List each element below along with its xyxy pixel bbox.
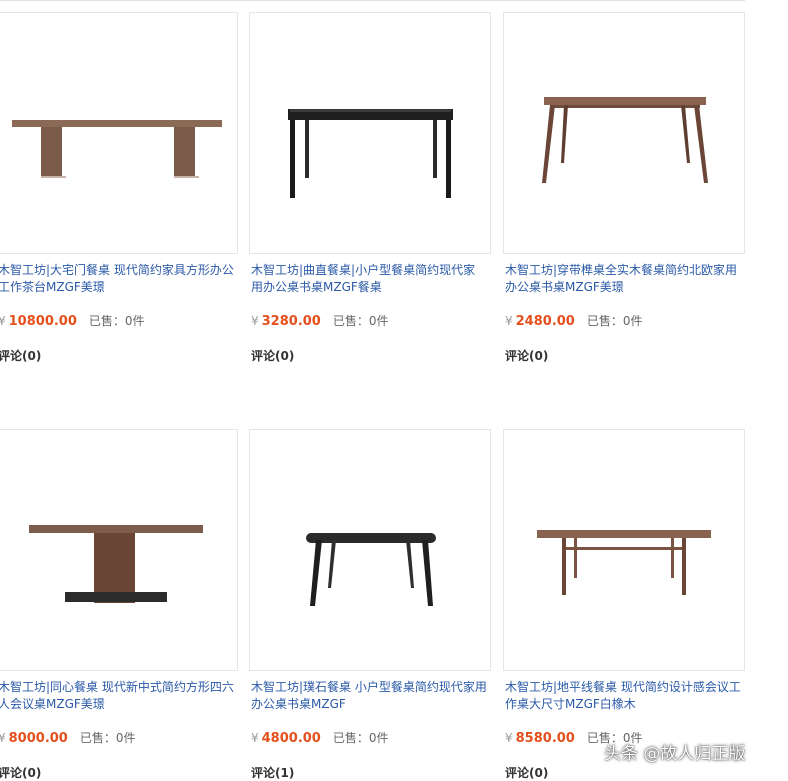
review-link[interactable]: 评论(1) bbox=[251, 764, 294, 781]
currency-symbol: ¥ bbox=[251, 731, 259, 745]
price-row: ¥10800.00 已售：0件 bbox=[0, 312, 145, 330]
product-title[interactable]: 木智工坊|地平线餐桌 现代简约设计感会议工作桌大尺寸MZGF白橡木 bbox=[505, 679, 741, 713]
product-price: 3280.00 bbox=[261, 314, 321, 329]
currency-symbol: ¥ bbox=[505, 731, 513, 745]
currency-symbol: ¥ bbox=[251, 314, 259, 328]
product-price: 10800.00 bbox=[8, 314, 77, 329]
product-price: 4800.00 bbox=[261, 731, 321, 746]
product-image[interactable] bbox=[0, 12, 238, 254]
product-title[interactable]: 木智工坊|同心餐桌 现代新中式简约方形四六人会议桌MZGF美璟 bbox=[0, 679, 234, 713]
product-image[interactable] bbox=[503, 12, 745, 254]
product-title[interactable]: 木智工坊|璞石餐桌 小户型餐桌简约现代家用办公桌书桌MZGF bbox=[251, 679, 487, 713]
product-title[interactable]: 木智工坊|曲直餐桌|小户型餐桌简约现代家用办公桌书桌MZGF餐桌 bbox=[251, 262, 487, 296]
currency-symbol: ¥ bbox=[0, 314, 6, 328]
review-link[interactable]: 评论(0) bbox=[0, 347, 41, 364]
review-link[interactable]: 评论(0) bbox=[505, 347, 548, 364]
top-divider bbox=[0, 0, 745, 1]
sold-count: 已售：0件 bbox=[88, 314, 145, 328]
product-price: 8580.00 bbox=[515, 731, 575, 746]
watermark: 头条 @故人归正版 bbox=[604, 744, 746, 764]
sold-count: 已售：0件 bbox=[332, 731, 389, 745]
product-image[interactable] bbox=[503, 429, 745, 671]
table-image bbox=[12, 120, 222, 178]
price-row: ¥2480.00 已售：0件 bbox=[505, 312, 643, 330]
sold-count: 已售：0件 bbox=[332, 314, 389, 328]
table-image bbox=[542, 97, 708, 183]
table-image bbox=[306, 533, 436, 606]
product-image[interactable] bbox=[0, 429, 238, 671]
review-link[interactable]: 评论(0) bbox=[0, 764, 41, 781]
sold-count: 已售：0件 bbox=[586, 314, 643, 328]
review-link[interactable]: 评论(0) bbox=[251, 347, 294, 364]
product-title[interactable]: 木智工坊|穿带榫桌全实木餐桌简约北欧家用办公桌书桌MZGF美璟 bbox=[505, 262, 741, 296]
sold-count: 已售：0件 bbox=[79, 731, 136, 745]
product-image[interactable] bbox=[249, 429, 491, 671]
product-image[interactable] bbox=[249, 12, 491, 254]
product-title[interactable]: 木智工坊|大宅门餐桌 现代简约家具方形办公工作茶台MZGF美璟 bbox=[0, 262, 234, 296]
currency-symbol: ¥ bbox=[505, 314, 513, 328]
price-row: ¥4800.00 已售：0件 bbox=[251, 729, 389, 747]
product-price: 2480.00 bbox=[515, 314, 575, 329]
currency-symbol: ¥ bbox=[0, 731, 6, 745]
table-image bbox=[288, 109, 453, 198]
product-price: 8000.00 bbox=[8, 731, 68, 746]
price-row: ¥8000.00 已售：0件 bbox=[0, 729, 136, 747]
table-image bbox=[29, 525, 203, 603]
price-row: ¥3280.00 已售：0件 bbox=[251, 312, 389, 330]
review-link[interactable]: 评论(0) bbox=[505, 764, 548, 781]
table-image bbox=[537, 530, 711, 595]
